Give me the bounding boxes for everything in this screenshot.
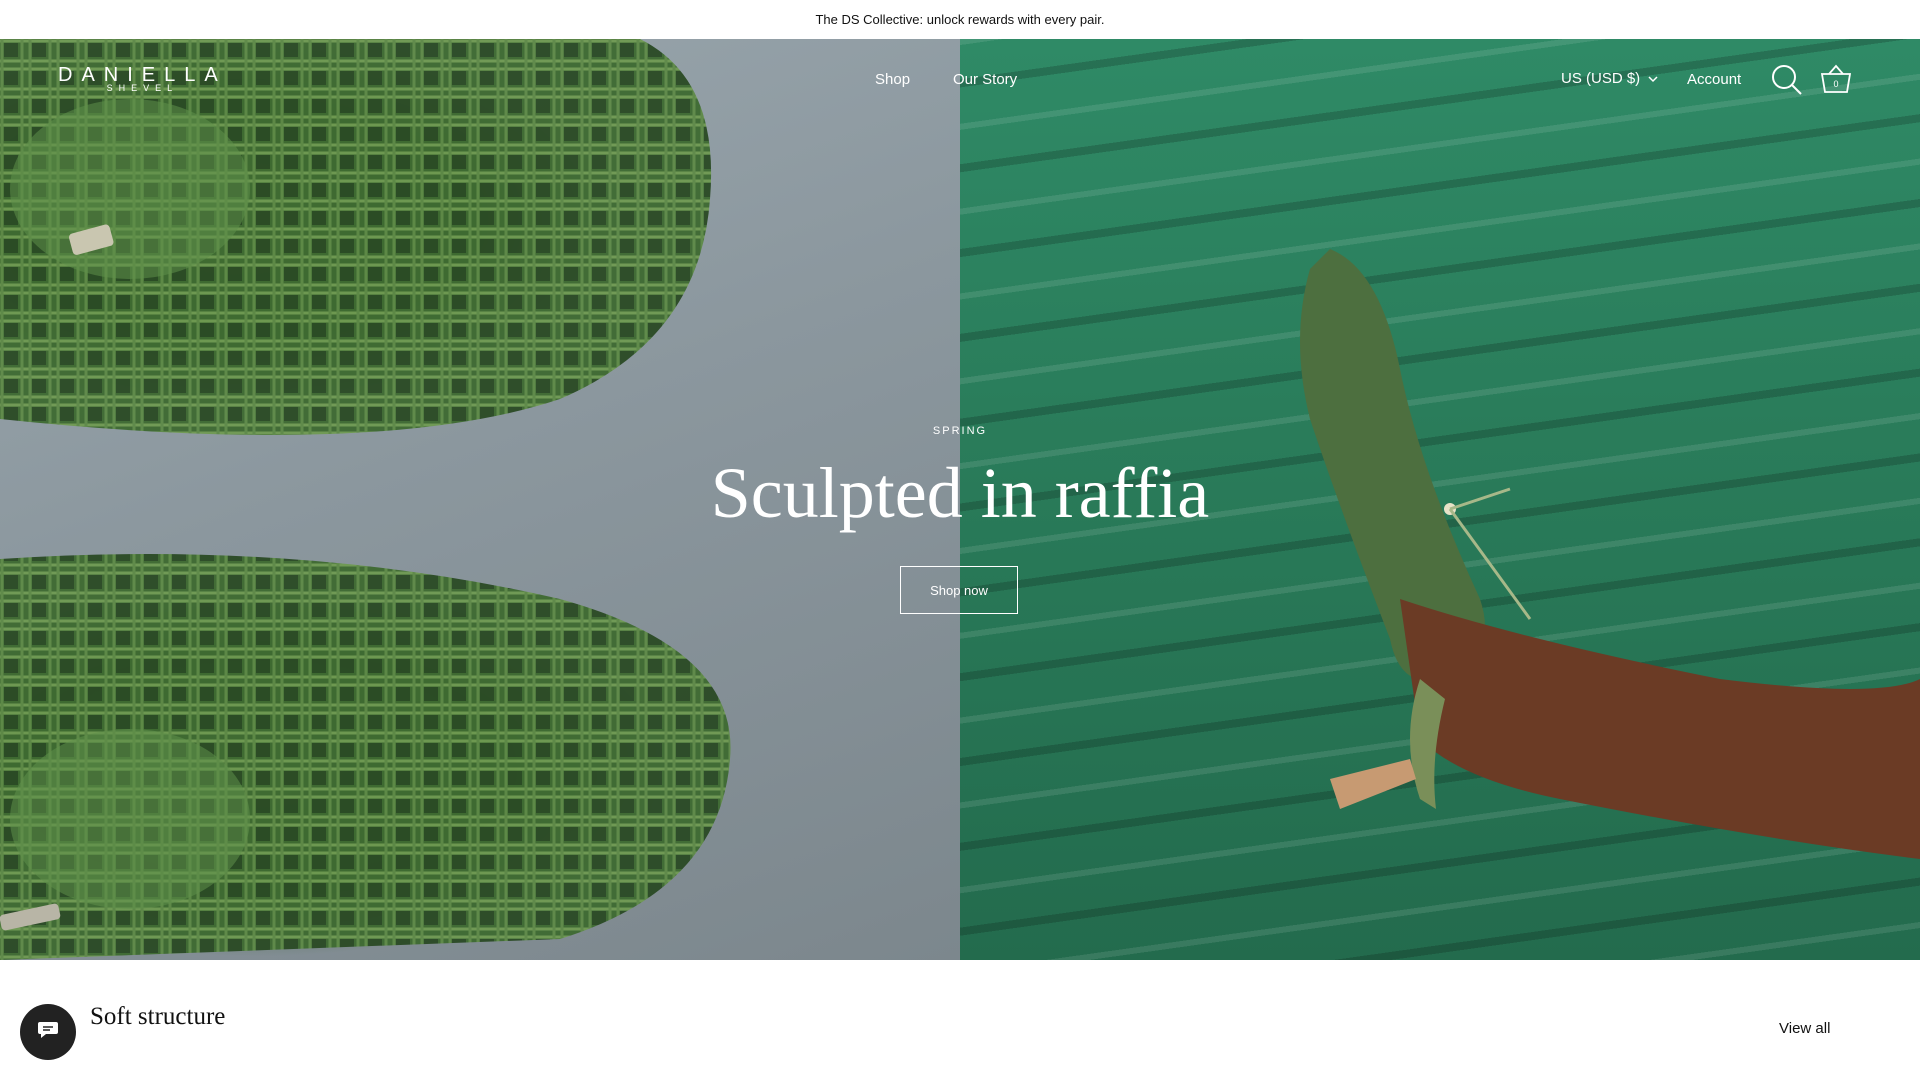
announcement-bar: The DS Collective: unlock rewards with e… bbox=[0, 0, 1920, 39]
currency-selector[interactable]: US (USD $) bbox=[1561, 70, 1658, 87]
account-link[interactable]: Account bbox=[1687, 71, 1741, 88]
chat-button[interactable] bbox=[20, 1004, 76, 1060]
nav-our-story[interactable]: Our Story bbox=[953, 71, 1017, 88]
search-icon[interactable] bbox=[1771, 64, 1803, 101]
chevron-down-icon bbox=[1648, 70, 1658, 87]
announcement-text[interactable]: The DS Collective: unlock rewards with e… bbox=[815, 12, 1104, 27]
logo-wordmark: DANIELLA bbox=[58, 64, 227, 86]
cart-count: 0 bbox=[1833, 79, 1839, 89]
brand-logo[interactable]: DANIELLA SHEVEL bbox=[58, 65, 227, 93]
hero-eyebrow: SPRING bbox=[932, 425, 988, 437]
shop-now-button[interactable]: Shop now bbox=[900, 566, 1018, 614]
cart-button[interactable]: 0 bbox=[1820, 63, 1852, 95]
hero-content: SPRING Sculpted in raffia Shop now bbox=[0, 39, 1920, 960]
chat-icon bbox=[37, 1020, 59, 1045]
view-all-link[interactable]: View all bbox=[1779, 1020, 1830, 1037]
hero-headline: Sculpted in raffia bbox=[710, 453, 1210, 533]
nav-shop[interactable]: Shop bbox=[875, 71, 910, 88]
currency-label: US (USD $) bbox=[1561, 70, 1641, 87]
site-header: DANIELLA SHEVEL Shop Our Story US (USD $… bbox=[0, 39, 1920, 121]
collection-title: Soft structure bbox=[90, 1003, 226, 1030]
